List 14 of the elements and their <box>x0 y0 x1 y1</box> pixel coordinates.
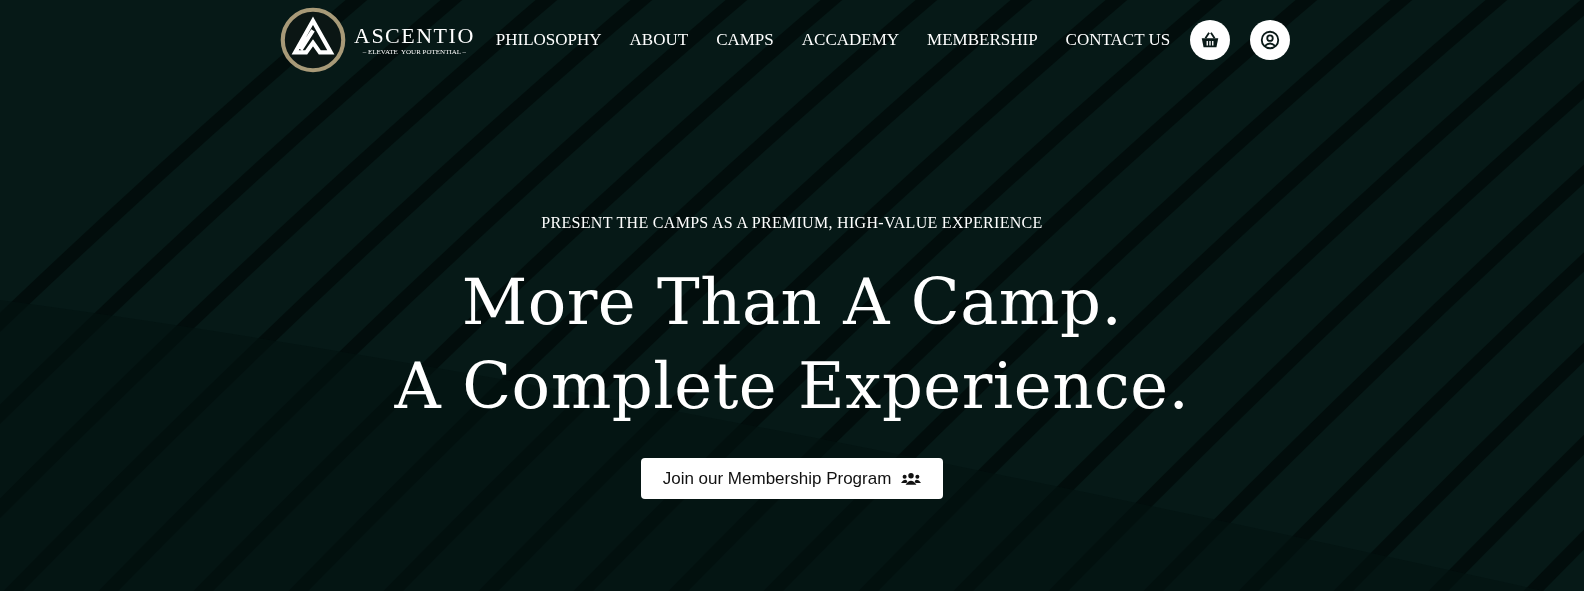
hero-headline: More Than A Camp. <box>461 264 1123 341</box>
user-icon <box>1259 29 1282 51</box>
membership-button[interactable]: Join our Membership Program <box>640 458 944 499</box>
users-icon <box>901 472 922 485</box>
nav-link[interactable]: CONTACT US <box>1065 30 1171 50</box>
brand-name: ASCENTIO <box>354 23 475 48</box>
logo-icon[interactable] <box>280 7 346 73</box>
hero-eyebrow: PRESENT THE CAMPS AS A PREMIUM, HIGH-VALUE EXPERIENCE <box>541 214 1043 232</box>
nav-link[interactable]: CAMPS <box>716 30 774 50</box>
nav-link[interactable]: PHILOSOPHY <box>495 30 602 50</box>
nav-link[interactable]: MEMBERSHIP <box>927 30 1038 50</box>
nav-link[interactable]: ABOUT <box>629 30 689 50</box>
nav-link[interactable]: ACCADEMY <box>801 30 900 50</box>
hero-headline: A Complete Experience. <box>394 348 1190 425</box>
